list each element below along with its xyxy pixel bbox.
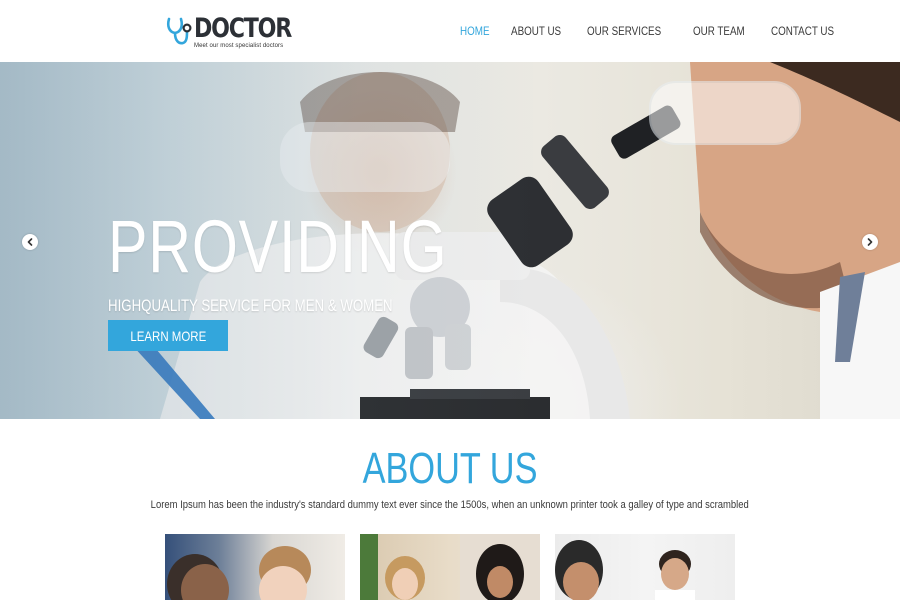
nav-item-contact-us[interactable]: CONTACT US	[771, 24, 834, 38]
site-header: DOCTOR Meet our most specialist doctors …	[0, 0, 900, 62]
hero-slider: PROVIDING HIGHQUALITY SERVICE FOR MEN & …	[0, 62, 900, 419]
nav-item-home[interactable]: HOME	[460, 24, 490, 38]
chevron-left-icon	[27, 238, 33, 246]
about-image-doctor-child	[165, 534, 345, 600]
hero-subheading: HIGHQUALITY SERVICE FOR MEN & WOMEN	[108, 296, 393, 315]
main-nav: HOME ABOUT US OUR SERVICES OUR TEAM CONT…	[460, 24, 863, 38]
learn-more-button[interactable]: LEARN MORE	[108, 320, 228, 351]
stethoscope-icon	[166, 17, 192, 45]
slider-next-button[interactable]	[862, 234, 878, 250]
about-title-text: ABOUT US	[362, 444, 538, 493]
chevron-right-icon	[867, 238, 873, 246]
brand-tagline: Meet our most specialist doctors	[194, 43, 284, 49]
about-image-doctors	[555, 534, 735, 600]
learn-more-label: LEARN MORE	[130, 327, 206, 344]
about-image-women	[360, 534, 540, 600]
slider-prev-button[interactable]	[22, 234, 38, 250]
about-description: Lorem Ipsum has been the industry's stan…	[0, 499, 900, 511]
nav-item-about-us[interactable]: ABOUT US	[511, 24, 561, 38]
brand-name: DOCTOR	[194, 13, 292, 44]
nav-item-our-services[interactable]: OUR SERVICES	[587, 24, 661, 38]
site-logo[interactable]: DOCTOR Meet our most specialist doctors	[165, 14, 292, 52]
nav-item-our-team[interactable]: OUR TEAM	[693, 24, 745, 38]
about-description-text: Lorem Ipsum has been the industry's stan…	[150, 499, 750, 511]
about-title: ABOUT US	[0, 446, 900, 492]
hero-heading: PROVIDING	[108, 205, 448, 288]
